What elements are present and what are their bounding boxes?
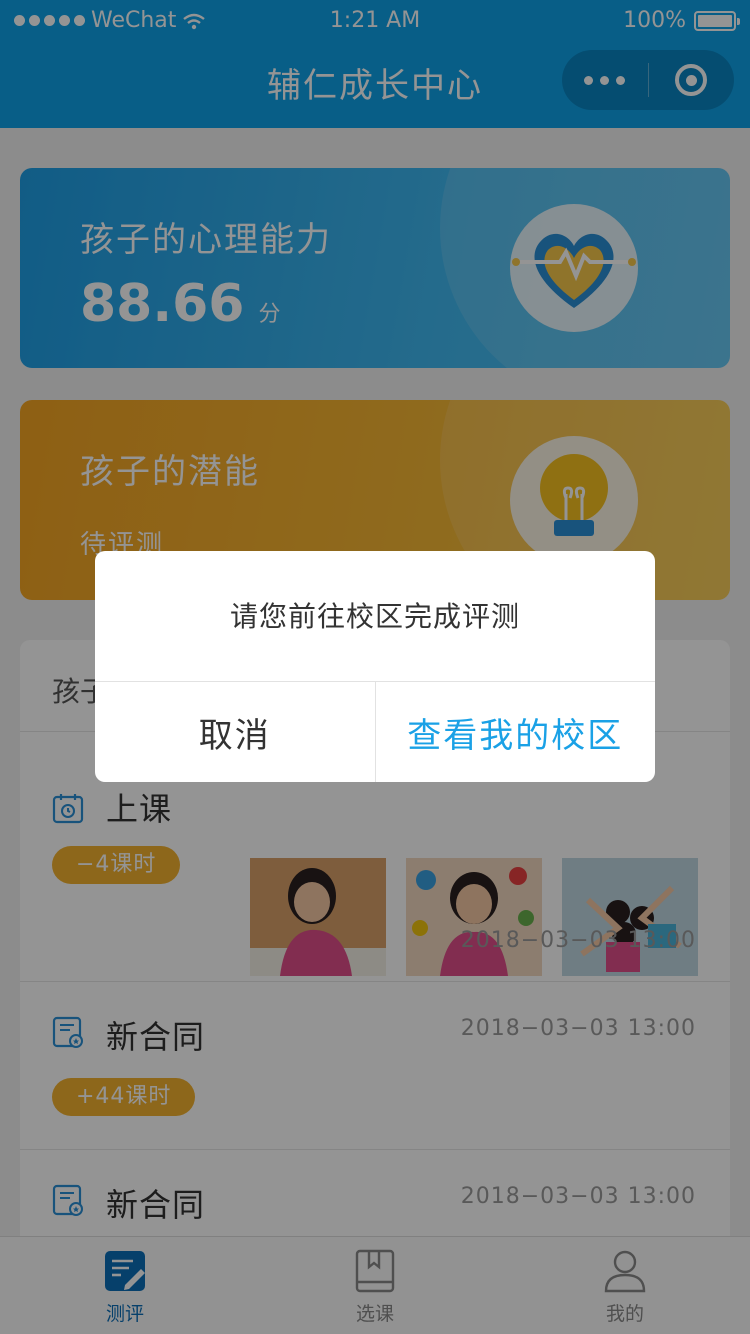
view-campus-button[interactable]: 查看我的校区 [376, 682, 656, 782]
dialog-message: 请您前往校区完成评测 [95, 551, 655, 682]
confirm-dialog: 请您前往校区完成评测 取消 查看我的校区 [95, 551, 655, 782]
cancel-button[interactable]: 取消 [95, 682, 376, 782]
